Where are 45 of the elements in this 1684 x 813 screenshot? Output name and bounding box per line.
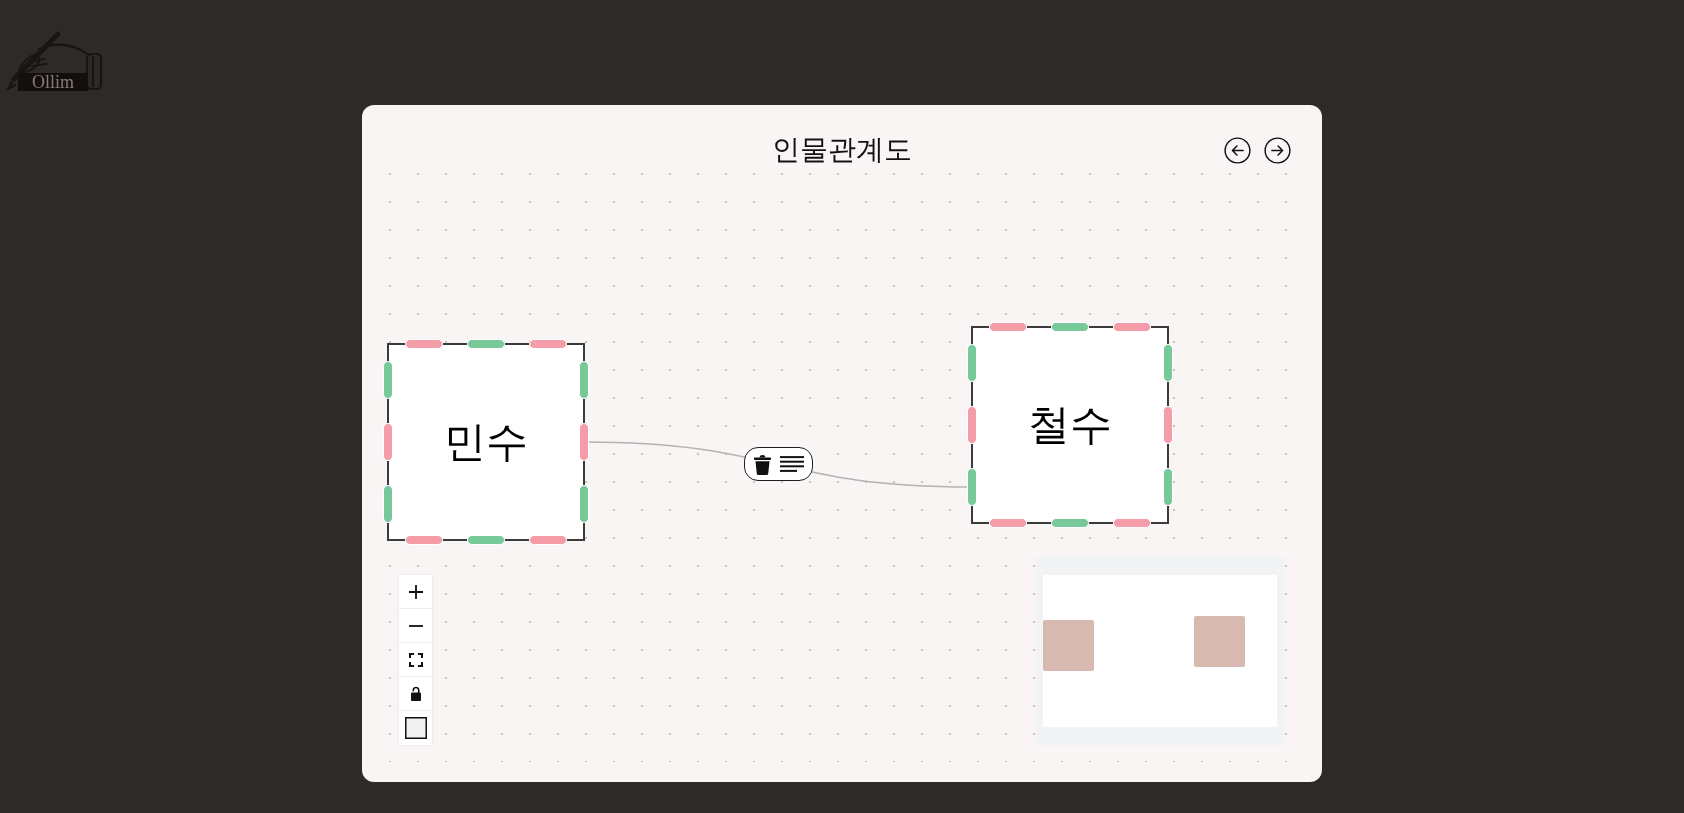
connection-handle[interactable] [579,361,589,399]
connection-handle[interactable] [528,339,567,349]
connection-handle[interactable] [989,322,1027,332]
connection-handle[interactable] [1163,344,1173,382]
connection-handle[interactable] [1051,518,1089,528]
trash-icon[interactable] [752,454,772,475]
connection-handle[interactable] [1051,322,1089,332]
connection-handle[interactable] [967,344,977,382]
logo-text: Ollim [18,73,88,91]
lock-button[interactable] [399,677,432,711]
connection-handle[interactable] [1112,322,1151,332]
connection-handle[interactable] [1163,467,1173,506]
connection-handle[interactable] [528,535,567,545]
node-label: 민수 [444,416,528,468]
node-label: 철수 [1028,399,1112,451]
padlock-icon[interactable] [409,686,422,701]
zoom-out-button[interactable] [399,609,432,643]
connection-handle[interactable] [405,339,443,349]
connection-handle[interactable] [467,535,505,545]
minimap-node [1043,620,1095,672]
minus-icon[interactable] [408,624,423,627]
connection-handle[interactable] [967,467,977,506]
connection-handle[interactable] [1163,406,1173,444]
fullscreen-icon[interactable] [408,652,423,667]
connection-handle[interactable] [579,484,589,523]
minimap-panel[interactable] [1035,557,1285,746]
connection-handle[interactable] [383,361,393,399]
connection-handle[interactable] [967,406,977,444]
arrow-left-icon[interactable] [1224,136,1251,164]
fit-view-button[interactable] [399,643,432,677]
plus-icon[interactable] [408,584,423,599]
connection-handle[interactable] [989,518,1027,528]
minimap-node [1194,615,1246,667]
toggle-button[interactable] [399,711,432,745]
zoom-in-button[interactable] [399,575,432,609]
page-title: 인물관계도 [772,133,912,167]
connection-handle[interactable] [1112,518,1151,528]
text-lines-icon[interactable] [779,456,804,473]
arrow-right-icon[interactable] [1264,136,1291,164]
connection-handle[interactable] [467,339,505,349]
connection-handle[interactable] [579,423,589,461]
connection-handle[interactable] [383,423,393,461]
square-icon[interactable] [404,717,427,739]
connection-handle[interactable] [405,535,443,545]
connection-handle[interactable] [383,484,393,523]
